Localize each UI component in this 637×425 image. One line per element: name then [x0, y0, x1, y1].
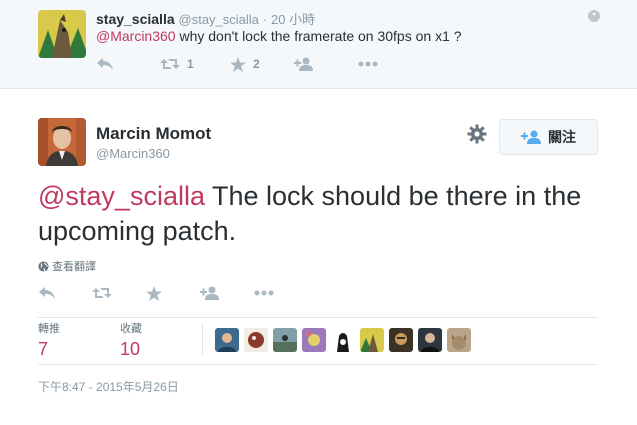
author-handle[interactable]: @Marcin360 — [96, 146, 170, 161]
avatar[interactable] — [360, 328, 384, 352]
add-user-icon — [521, 130, 541, 144]
wolf-avatar-image — [38, 10, 86, 58]
parent-tweet-body: why don't lock the framerate on 30fps on… — [179, 28, 462, 44]
parent-tweet-text: @Marcin360 why don't lock the framerate … — [96, 28, 462, 44]
avatar[interactable] — [38, 10, 86, 58]
mention-link[interactable]: @Marcin360 — [96, 28, 176, 44]
parent-tweet-header: stay_scialla @stay_scialla · 20 小時 — [96, 9, 315, 28]
favorite-count: 2 — [253, 57, 260, 71]
parent-tweet-time[interactable]: 20 小時 — [271, 12, 315, 27]
likes-stat[interactable]: 收藏 10 — [120, 320, 142, 360]
divider — [202, 323, 203, 355]
likes-label: 收藏 — [120, 323, 142, 335]
star-icon — [230, 56, 246, 72]
separator-dot: · — [262, 12, 268, 27]
avatar[interactable] — [331, 328, 355, 352]
retweets-label: 轉推 — [38, 323, 60, 335]
mention-link[interactable]: @stay_scialla — [38, 181, 205, 211]
translate-label: 查看翻譯 — [52, 261, 96, 273]
retweet-icon — [160, 59, 180, 69]
reply-button[interactable] — [38, 286, 92, 300]
follow-icon — [294, 57, 313, 71]
follow-icon — [200, 286, 219, 300]
follow-user-button[interactable] — [200, 286, 254, 300]
avatar[interactable] — [418, 328, 442, 352]
retweet-count: 1 — [187, 57, 194, 71]
parent-author-handle[interactable]: @stay_scialla — [179, 12, 259, 27]
favoriters-avatars — [215, 328, 476, 352]
gear-icon[interactable] — [467, 124, 487, 144]
reply-icon — [39, 287, 55, 299]
divider — [38, 317, 598, 318]
avatar[interactable] — [389, 328, 413, 352]
avatar[interactable] — [244, 328, 268, 352]
author-name[interactable]: Marcin Momot — [96, 124, 211, 144]
avatar[interactable] — [38, 118, 86, 166]
retweet-icon — [92, 288, 112, 298]
author-avatar-image — [38, 118, 86, 166]
avatar[interactable] — [302, 328, 326, 352]
retweet-button[interactable] — [92, 286, 146, 300]
reply-button[interactable] — [96, 57, 160, 71]
follow-button-label: 關注 — [548, 129, 576, 145]
favorite-button[interactable]: 2 — [230, 56, 294, 72]
divider — [38, 364, 598, 365]
more-icon — [254, 290, 274, 296]
avatar[interactable] — [215, 328, 239, 352]
retweet-button[interactable]: 1 — [160, 57, 230, 71]
globe-icon — [38, 260, 49, 272]
caret-down-icon[interactable] — [588, 10, 600, 22]
tweet-text: @stay_scialla The lock should be there i… — [38, 179, 608, 249]
reply-icon — [97, 58, 113, 70]
likes-value: 10 — [120, 339, 141, 359]
favorite-button[interactable] — [146, 285, 200, 301]
parent-tweet-actions: 1 2 — [96, 54, 422, 74]
retweets-stat[interactable]: 轉推 7 — [38, 320, 60, 360]
follow-button[interactable]: 關注 — [499, 119, 598, 155]
more-button[interactable] — [254, 290, 308, 296]
star-icon — [146, 285, 162, 301]
parent-tweet[interactable]: stay_scialla @stay_scialla · 20 小時 @Marc… — [0, 0, 637, 89]
avatar[interactable] — [273, 328, 297, 352]
translate-link[interactable]: 查看翻譯 — [38, 258, 96, 274]
avatar[interactable] — [447, 328, 471, 352]
follow-user-button[interactable] — [294, 57, 358, 71]
retweets-value: 7 — [38, 339, 49, 359]
parent-author-name[interactable]: stay_scialla — [96, 11, 175, 27]
more-button[interactable] — [358, 61, 422, 67]
tweet-actions — [38, 283, 308, 303]
more-icon — [358, 61, 378, 67]
tweet-timestamp[interactable]: 下午8:47 - 2015年5月26日 — [38, 378, 179, 395]
